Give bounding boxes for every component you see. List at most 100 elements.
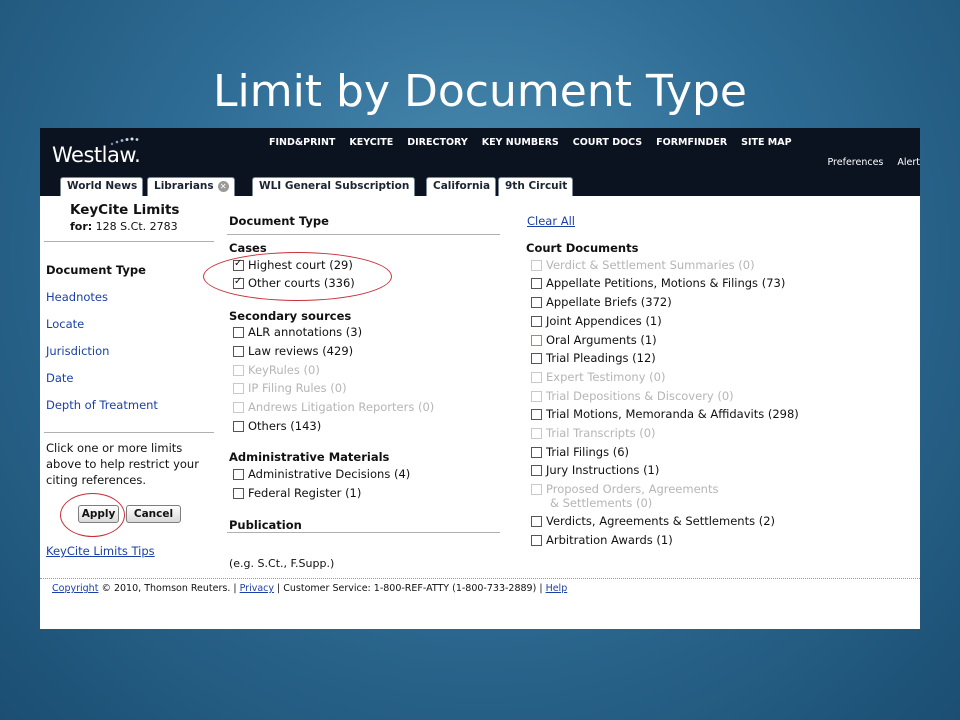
checkbox-joint-appendices[interactable]: Joint Appendices (1)	[531, 314, 662, 328]
checkbox-label: Trial Pleadings (12)	[546, 351, 656, 365]
nav-formfinder[interactable]: FORMFINDER	[656, 137, 727, 148]
tab-9th-circuit[interactable]: 9th Circuit	[498, 177, 574, 196]
checkbox[interactable]	[531, 534, 542, 546]
slide-title: Limit by Document Type	[212, 66, 747, 117]
tab-world-news[interactable]: World News	[60, 177, 144, 196]
checkbox-ip-filing-rules: IP Filing Rules (0)	[233, 381, 347, 395]
keycite-limits-tips-link[interactable]: KeyCite Limits Tips	[46, 544, 155, 558]
checkbox-others[interactable]: Others (143)	[233, 419, 321, 433]
checkbox-label: Administrative Decisions (4)	[248, 467, 411, 481]
checkbox-verdicts-agreements[interactable]: Verdicts, Agreements & Settlements (2)	[531, 514, 775, 528]
checkbox-label-line2: & Settlements (0)	[550, 496, 653, 510]
checkbox-label: Trial Motions, Memoranda & Affidavits (2…	[546, 407, 799, 421]
checkbox-label: Jury Instructions (1)	[546, 463, 660, 477]
nav-find-print[interactable]: FIND&PRINT	[269, 137, 335, 148]
checkbox-label: Proposed Orders, Agreements & Settlements…	[546, 482, 718, 510]
copyright-text: © 2010, Thomson Reuters.	[101, 583, 231, 594]
checkbox	[531, 259, 542, 271]
checkbox-trial-transcripts: Trial Transcripts (0)	[531, 426, 656, 440]
checkbox[interactable]	[531, 446, 542, 458]
checkbox-administrative-decisions[interactable]: Administrative Decisions (4)	[233, 467, 410, 481]
nav-headnotes[interactable]: Headnotes	[46, 290, 108, 304]
checkbox-appellate-briefs[interactable]: Appellate Briefs (372)	[531, 295, 672, 309]
close-icon[interactable]: ✕	[217, 181, 229, 192]
nav-depth-of-treatment[interactable]: Depth of Treatment	[46, 398, 158, 412]
preferences-link[interactable]: Preferences	[828, 157, 884, 168]
checkbox[interactable]	[233, 420, 244, 432]
checkbox[interactable]	[531, 464, 542, 476]
checkbox-arbitration-awards[interactable]: Arbitration Awards (1)	[531, 533, 673, 547]
publication-heading: Publication	[229, 518, 302, 532]
copyright-link[interactable]: Copyright	[52, 583, 98, 594]
checkbox	[531, 390, 542, 402]
nav-date[interactable]: Date	[46, 371, 74, 385]
apply-annotation-circle	[60, 493, 125, 537]
nav-jurisdiction[interactable]: Jurisdiction	[46, 344, 109, 358]
checkbox-oral-arguments[interactable]: Oral Arguments (1)	[531, 333, 657, 347]
nav-locate[interactable]: Locate	[46, 317, 84, 331]
nav-keycite[interactable]: KEYCITE	[349, 137, 393, 148]
nav-document-type[interactable]: Document Type	[46, 263, 146, 277]
checkbox[interactable]	[531, 408, 542, 420]
checkbox-label: ALR annotations (3)	[248, 325, 363, 339]
checkbox[interactable]	[531, 334, 542, 346]
westlaw-logo[interactable]: Westlaw.	[52, 143, 141, 167]
tab-wli-general-subscription[interactable]: WLI General Subscription	[252, 177, 416, 196]
tab-bar: World News Librarians ✕ WLI General Subsc…	[40, 175, 920, 196]
checkbox[interactable]	[233, 487, 244, 499]
checkbox[interactable]	[531, 515, 542, 527]
divider	[44, 241, 214, 242]
checkbox-label-line1: Proposed Orders, Agreements	[546, 482, 719, 496]
secondary-sources-heading: Secondary sources	[229, 309, 352, 323]
checkbox-label: IP Filing Rules (0)	[248, 381, 347, 395]
checkbox[interactable]	[531, 296, 542, 308]
footer-divider	[40, 578, 920, 579]
checkbox[interactable]	[233, 468, 244, 480]
checkbox-label: Joint Appendices (1)	[546, 314, 662, 328]
tab-california[interactable]: California	[426, 177, 497, 196]
checkbox-label: Trial Transcripts (0)	[546, 426, 656, 440]
nav-directory[interactable]: DIRECTORY	[407, 137, 467, 148]
privacy-link[interactable]: Privacy	[240, 583, 274, 594]
checkbox[interactable]	[531, 315, 542, 327]
checkbox-trial-filings[interactable]: Trial Filings (6)	[531, 445, 629, 459]
checkbox	[233, 382, 244, 394]
tab-label: WLI General Subscription	[259, 180, 410, 192]
checkbox[interactable]	[233, 326, 244, 338]
checkbox-andrews-litigation-reporters: Andrews Litigation Reporters (0)	[233, 400, 434, 414]
checkbox-label: Arbitration Awards (1)	[546, 533, 673, 547]
checkbox-appellate-petitions[interactable]: Appellate Petitions, Motions & Filings (…	[531, 276, 785, 290]
checkbox-label: Others (143)	[248, 419, 322, 433]
checkbox-label: Verdict & Settlement Summaries (0)	[546, 258, 755, 272]
top-nav: FIND&PRINT KEYCITE DIRECTORY KEY NUMBERS…	[269, 137, 806, 148]
cancel-button[interactable]: Cancel	[126, 505, 181, 523]
tab-label: California	[433, 180, 491, 192]
cases-annotation-circle	[203, 252, 392, 301]
westlaw-screenshot: Westlaw. FIND&PRINT KEYCITE DIRECTORY KE…	[40, 128, 920, 629]
checkbox[interactable]	[531, 277, 542, 289]
checkbox-trial-pleadings[interactable]: Trial Pleadings (12)	[531, 351, 656, 365]
keycite-limits-title: KeyCite Limits	[70, 202, 180, 218]
nav-site-map[interactable]: SITE MAP	[741, 137, 791, 148]
checkbox-label: Oral Arguments (1)	[546, 333, 657, 347]
nav-court-docs[interactable]: COURT DOCS	[573, 137, 642, 148]
checkbox[interactable]	[531, 352, 542, 364]
checkbox-alr-annotations[interactable]: ALR annotations (3)	[233, 325, 362, 339]
checkbox-trial-motions[interactable]: Trial Motions, Memoranda & Affidavits (2…	[531, 407, 799, 421]
checkbox-jury-instructions[interactable]: Jury Instructions (1)	[531, 463, 659, 477]
checkbox-label: Trial Filings (6)	[546, 445, 630, 459]
checkbox-keyrules: KeyRules (0)	[233, 363, 320, 377]
checkbox-federal-register[interactable]: Federal Register (1)	[233, 486, 361, 500]
checkbox-law-reviews[interactable]: Law reviews (429)	[233, 344, 353, 358]
clear-all-link[interactable]: Clear All	[527, 214, 575, 228]
publication-hint: (e.g. S.Ct., F.Supp.)	[229, 557, 335, 570]
help-text: Click one or more limits above to help r…	[46, 441, 199, 487]
tab-librarians[interactable]: Librarians ✕	[147, 177, 235, 196]
checkbox[interactable]	[233, 345, 244, 357]
checkbox	[531, 427, 542, 439]
checkbox-label: Expert Testimony (0)	[546, 370, 666, 384]
nav-key-numbers[interactable]: KEY NUMBERS	[482, 137, 559, 148]
alert-link[interactable]: Alert	[897, 157, 920, 168]
help-link[interactable]: Help	[546, 583, 568, 594]
checkbox	[531, 484, 542, 495]
